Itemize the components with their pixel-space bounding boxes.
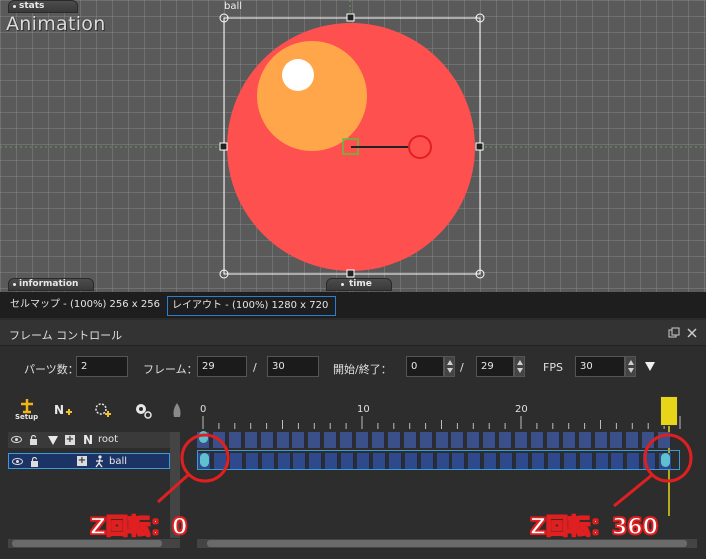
bullet-icon xyxy=(341,283,344,286)
tab-information[interactable]: information xyxy=(8,278,94,291)
annotation-pointer-left xyxy=(156,473,190,504)
animation-viewport[interactable]: stats Animation ball information time xyxy=(0,0,706,292)
tab-time[interactable]: time xyxy=(326,278,392,291)
tab-layout[interactable]: レイアウト - (100%) 1280 x 720 xyxy=(167,296,336,316)
tab-stats[interactable]: stats xyxy=(8,0,78,13)
viewport-title: Animation xyxy=(6,13,106,35)
selected-part-label: ball xyxy=(224,1,243,12)
frame-control-panel: フレーム コントロール パーツ数： 2 フレーム： 29 / 30 開始/終了：… xyxy=(0,320,706,559)
tab-cellmap[interactable]: セルマップ - (100%) 256 x 256 xyxy=(6,296,164,316)
handle-left[interactable] xyxy=(219,142,228,151)
canvas-tabs-bar: セルマップ - (100%) 256 x 256 レイアウト - (100%) … xyxy=(0,292,706,318)
bullet-icon xyxy=(13,283,16,286)
ball-inner-circle xyxy=(257,41,367,151)
tab-time-label: time xyxy=(349,279,372,289)
tab-information-label: information xyxy=(19,279,79,289)
annotation-circle-left xyxy=(180,433,230,483)
handle-top[interactable] xyxy=(346,13,355,22)
annotation-text-right: Z回転：360 xyxy=(529,514,658,541)
handle-bottom[interactable] xyxy=(346,269,355,278)
handle-right[interactable] xyxy=(475,142,484,151)
ball-highlight xyxy=(282,59,314,91)
annotation-circle-right xyxy=(643,433,693,483)
annotation-text-left: Z回転：0 xyxy=(89,514,188,541)
scene-canvas[interactable] xyxy=(0,0,706,292)
tab-stats-label: stats xyxy=(19,1,45,11)
annotation-pointer-right xyxy=(613,473,653,508)
bullet-icon xyxy=(13,5,16,8)
